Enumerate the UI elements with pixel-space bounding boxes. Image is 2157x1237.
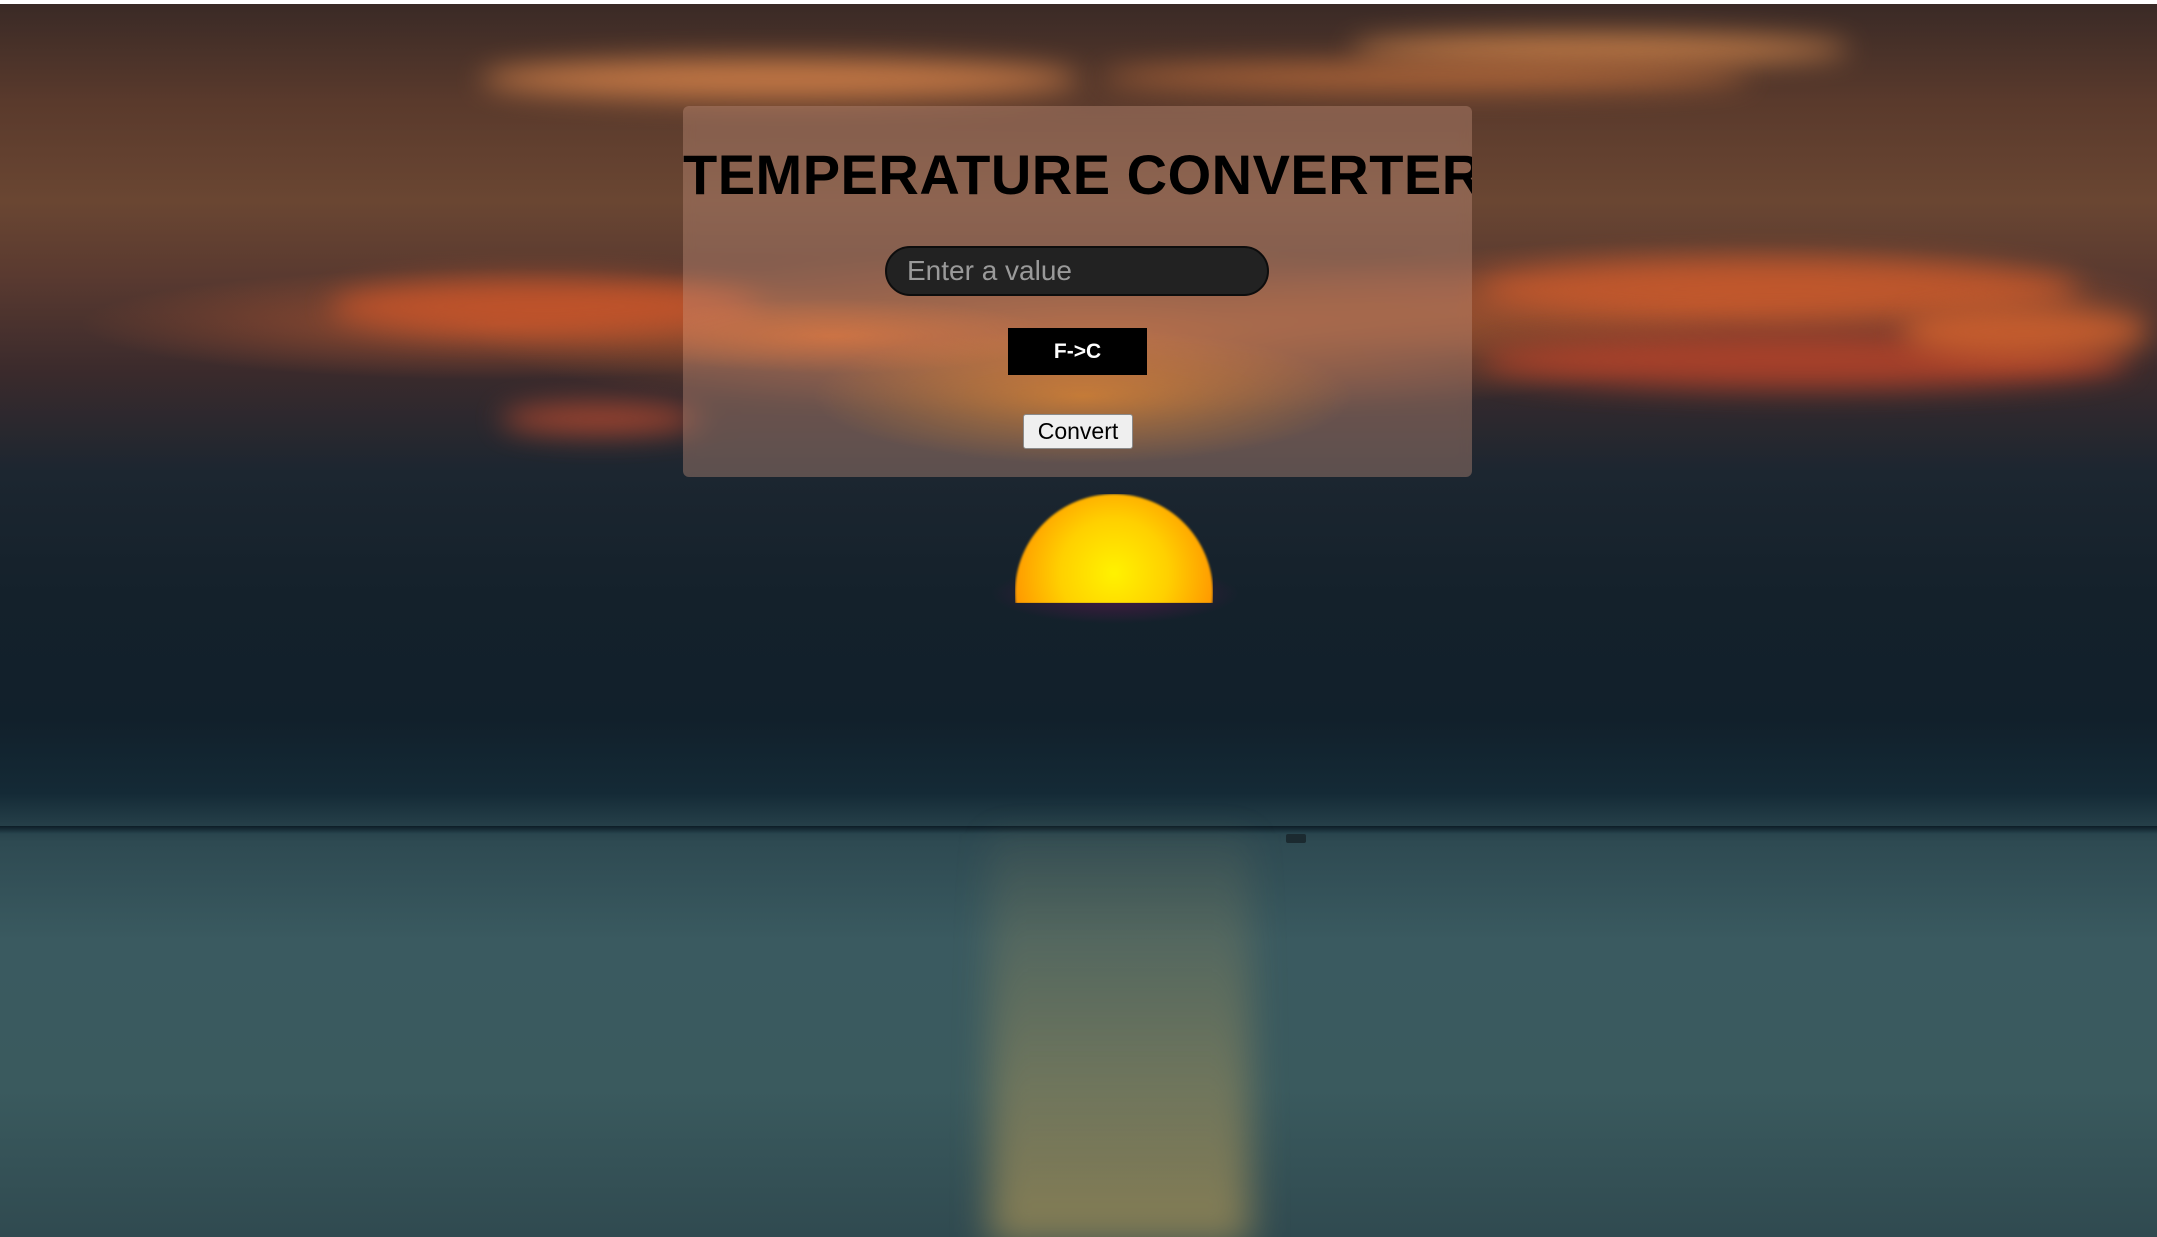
convert-button[interactable]: Convert <box>1023 414 1133 449</box>
sea-reflection <box>990 834 1250 1237</box>
cloud <box>1100 64 1750 90</box>
horizon <box>0 826 2157 834</box>
cloud <box>480 59 1080 99</box>
cloud <box>500 404 700 434</box>
cloud <box>1350 34 1850 64</box>
boat <box>1286 834 1306 843</box>
page-title: TEMPERATURE CONVERTER <box>683 143 1472 206</box>
value-input[interactable] <box>885 246 1269 296</box>
cloud <box>1900 304 2150 359</box>
sun <box>1015 494 1213 603</box>
unit-toggle-button[interactable]: F->C <box>1008 328 1147 375</box>
converter-card: TEMPERATURE CONVERTER F->C Convert <box>683 106 1472 477</box>
